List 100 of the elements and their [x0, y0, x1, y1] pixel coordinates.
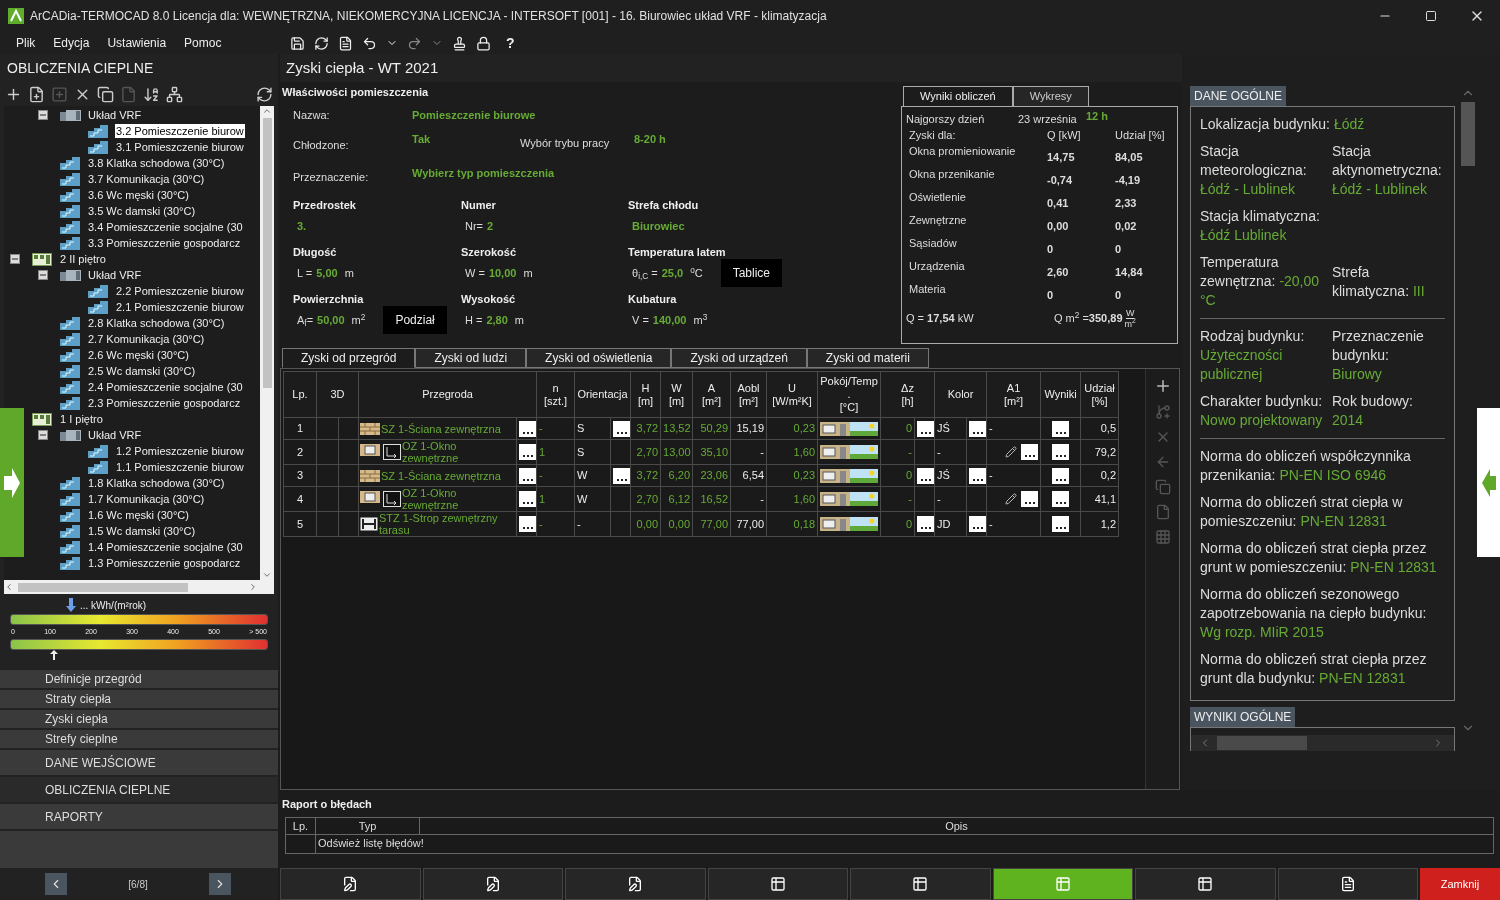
- tree-item[interactable]: 1.8 Klatka schodowa (30°C): [87, 476, 226, 490]
- refresh-icon[interactable]: [256, 85, 273, 103]
- tree-item[interactable]: 1.4 Pomieszczenie socjalne (30: [87, 540, 244, 554]
- tree-item[interactable]: 2.4 Pomieszczenie socjalne (30: [87, 380, 244, 394]
- tab[interactable]: Zyski od ludzi: [415, 348, 527, 368]
- param-value[interactable]: 50,00: [317, 311, 345, 329]
- toolbar-button[interactable]: [992, 868, 1133, 900]
- menu-item[interactable]: Pomoc: [184, 34, 222, 52]
- ellipsis-button[interactable]: [613, 467, 630, 484]
- tree-item[interactable]: 1.2 Pomieszczenie biurow: [115, 444, 245, 458]
- ellipsis-button[interactable]: [1052, 516, 1070, 532]
- ellipsis-button[interactable]: [1052, 491, 1070, 507]
- param-value[interactable]: Biurowiec: [632, 217, 685, 235]
- nav-item[interactable]: Definicje przegród: [0, 670, 278, 688]
- nav-item[interactable]: RAPORTY: [0, 804, 278, 829]
- pencil-icon[interactable]: [1005, 493, 1018, 505]
- undo-icon[interactable]: [362, 35, 377, 51]
- redo-icon[interactable]: [407, 35, 422, 51]
- tree-item[interactable]: 1.6 Wc męski (30°C): [87, 508, 190, 522]
- ellipsis-button[interactable]: [519, 516, 536, 532]
- ellipsis-button[interactable]: [1021, 444, 1039, 460]
- refresh-icon[interactable]: [314, 35, 329, 51]
- ellipsis-button[interactable]: [917, 516, 935, 532]
- tree-item[interactable]: 3.8 Klatka schodowa (30°C): [87, 156, 226, 170]
- param-value[interactable]: 2: [487, 217, 494, 235]
- tree-item[interactable]: 2.7 Komunikacja (30°C): [87, 332, 206, 346]
- tree-item[interactable]: 3.3 Pomieszczenie gospodarcz: [87, 236, 242, 250]
- collapse-icon[interactable]: [10, 254, 20, 264]
- tree-item[interactable]: 1.1 Pomieszczenie biurow: [115, 460, 245, 474]
- action-button[interactable]: Podział: [383, 306, 447, 334]
- ellipsis-button[interactable]: [1021, 491, 1039, 507]
- tab[interactable]: Wykresy: [1012, 86, 1089, 106]
- tree-item[interactable]: 3.7 Komunikacja (30°C): [87, 172, 206, 186]
- add-file-icon[interactable]: [28, 85, 45, 103]
- tree-item[interactable]: 3.6 Wc męski (30°C): [87, 188, 190, 202]
- action-button[interactable]: Tablice: [720, 259, 783, 287]
- param-value[interactable]: 10,00: [488, 264, 517, 282]
- tree-item[interactable]: 3.2 Pomieszczenie biurow: [115, 124, 245, 138]
- scroll-up-icon[interactable]: [262, 106, 272, 116]
- ellipsis-button[interactable]: [519, 491, 536, 507]
- tree-item[interactable]: 1 I piętro: [59, 412, 104, 426]
- tree-item[interactable]: 2.1 Pomieszczenie biurow: [115, 300, 245, 314]
- menu-item[interactable]: Ustawienia: [107, 34, 167, 52]
- tab[interactable]: Zyski od oświetlenia: [526, 348, 672, 368]
- ellipsis-button[interactable]: [969, 467, 987, 484]
- ellipsis-button[interactable]: [519, 467, 536, 484]
- ellipsis-button[interactable]: [519, 420, 536, 437]
- name-value[interactable]: Pomieszczenie biurowe: [412, 107, 536, 124]
- ellipsis-button[interactable]: [969, 420, 987, 437]
- tree-item[interactable]: Układ VRF: [87, 428, 143, 442]
- toolbar-button[interactable]: [1135, 868, 1276, 900]
- panel-tab[interactable]: WYNIKI OGÓLNE: [1190, 707, 1296, 727]
- ellipsis-button[interactable]: [519, 444, 536, 460]
- tree-item[interactable]: 3.1 Pomieszczenie biurow: [115, 140, 245, 154]
- ellipsis-button[interactable]: [1052, 444, 1070, 460]
- scroll-down-icon[interactable]: [262, 570, 272, 580]
- tree-item[interactable]: 3.4 Pomieszczenie socjalne (30: [87, 220, 244, 234]
- nav-item[interactable]: Zyski ciepła: [0, 710, 278, 728]
- toolbar-button[interactable]: [707, 868, 848, 900]
- pencil-icon[interactable]: [1005, 446, 1018, 458]
- nav-item[interactable]: Straty ciepła: [0, 690, 278, 708]
- collapse-icon[interactable]: [38, 110, 48, 120]
- param-value[interactable]: 2,80: [486, 311, 508, 329]
- tree-item[interactable]: 1.7 Komunikacja (30°C): [87, 492, 206, 506]
- save-icon[interactable]: [290, 35, 305, 51]
- tab[interactable]: Zyski od przegród: [282, 348, 416, 368]
- menu-item[interactable]: Edycja: [53, 34, 90, 52]
- param-value[interactable]: 140,00: [652, 311, 687, 329]
- toolbar-button[interactable]: [850, 868, 991, 900]
- next-button[interactable]: [209, 873, 231, 895]
- tree-item[interactable]: Układ VRF: [87, 108, 143, 122]
- collapse-icon[interactable]: [38, 270, 48, 280]
- close-button[interactable]: Zamknij: [1420, 868, 1500, 900]
- help-button[interactable]: ?: [506, 32, 515, 54]
- tab[interactable]: Wyniki obliczeń: [903, 86, 1013, 106]
- tree-item[interactable]: 2.5 Wc damski (30°C): [87, 364, 197, 378]
- ellipsis-button[interactable]: [1052, 467, 1070, 484]
- cooled-value[interactable]: Tak: [412, 131, 520, 148]
- tree-item[interactable]: 1.5 Wc damski (30°C): [87, 524, 197, 538]
- param-value[interactable]: 3.: [297, 217, 307, 235]
- ellipsis-button[interactable]: [613, 420, 630, 437]
- expand-panel-button[interactable]: [0, 408, 24, 557]
- scroll-thumb[interactable]: [1461, 102, 1475, 166]
- param-value[interactable]: 5,00: [316, 264, 338, 282]
- collapse-icon[interactable]: [38, 430, 48, 440]
- nav-item[interactable]: Strefy cieplne: [0, 730, 278, 748]
- copy-icon[interactable]: [97, 85, 114, 103]
- param-value[interactable]: 25,0: [661, 264, 684, 282]
- mode-value[interactable]: 8-20 h: [634, 131, 666, 148]
- ellipsis-button[interactable]: [917, 420, 935, 437]
- tab[interactable]: Zyski od urządzeń: [671, 348, 807, 368]
- lock-icon[interactable]: [476, 35, 491, 51]
- ellipsis-button[interactable]: [969, 516, 987, 532]
- tab[interactable]: Zyski od materii: [806, 348, 929, 368]
- tree-item[interactable]: 2 II piętro: [59, 252, 107, 266]
- sort-icon[interactable]: [143, 85, 160, 103]
- ellipsis-button[interactable]: [917, 467, 935, 484]
- tree-item[interactable]: 2.6 Wc męski (30°C): [87, 348, 190, 362]
- tree-item[interactable]: 2.3 Pomieszczenie gospodarcz: [87, 396, 242, 410]
- scroll-right-icon[interactable]: [248, 582, 258, 592]
